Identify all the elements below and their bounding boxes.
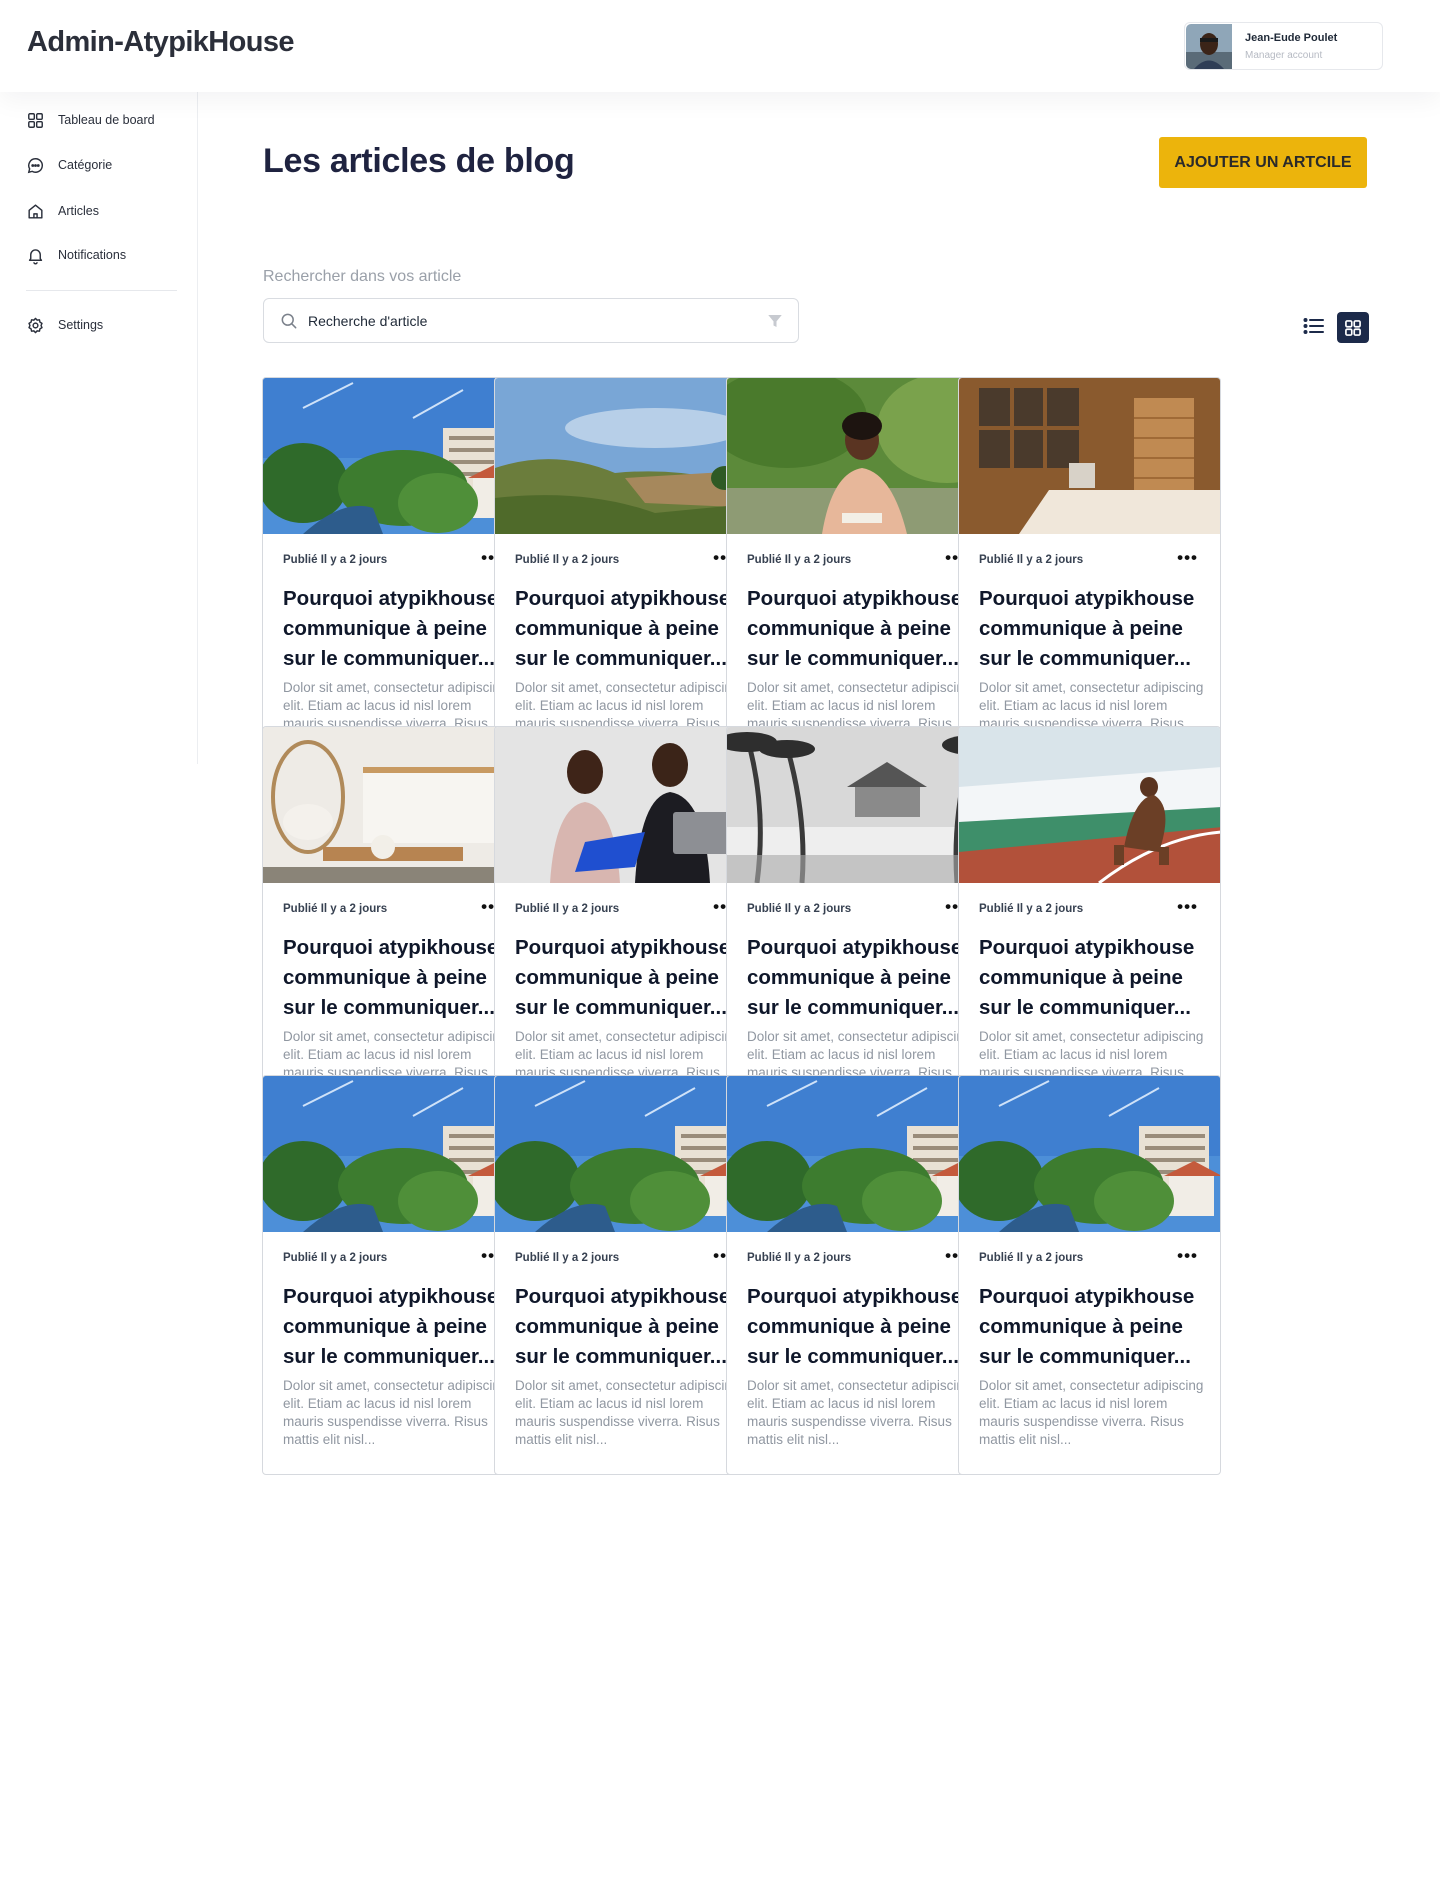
article-published-date: Publié Il y a 2 jours: [979, 1252, 1084, 1264]
more-options-icon[interactable]: •••: [1177, 1246, 1198, 1266]
article-title[interactable]: Pourquoi atypikhouse communique à peine …: [747, 1282, 973, 1372]
article-excerpt: Dolor sit amet, consectetur adipiscing e…: [747, 1378, 972, 1447]
avatar: [1186, 24, 1232, 69]
article-thumbnail: [263, 378, 524, 534]
article-excerpt: Dolor sit amet, consectetur adipiscing e…: [283, 1378, 508, 1447]
article-published-date: Publié Il y a 2 jours: [283, 903, 388, 915]
article-card[interactable]: Publié Il y a 2 jours ••• Pourquoi atypikh…: [958, 1075, 1221, 1475]
article-excerpt: Dolor sit amet, consectetur adipiscing e…: [515, 1378, 740, 1447]
article-title[interactable]: Pourquoi atypikhouse communique à peine …: [979, 584, 1205, 674]
articles-grid: Publié Il y a 2 jours ••• Pourquoi atypikh…: [262, 377, 1369, 1625]
article-card[interactable]: Publié Il y a 2 jours ••• Pourquoi atypikh…: [494, 1075, 757, 1475]
sidebar-item-label: Settings: [58, 318, 104, 332]
article-published-date: Publié Il y a 2 jours: [747, 554, 852, 566]
article-title[interactable]: Pourquoi atypikhouse communique à peine …: [515, 584, 741, 674]
chat-icon: [27, 157, 43, 173]
sidebar-item-notifications[interactable]: Notifications: [26, 242, 126, 268]
filter-icon[interactable]: [766, 312, 784, 330]
more-options-icon[interactable]: •••: [1177, 548, 1198, 568]
home-icon: [28, 203, 43, 219]
article-title[interactable]: Pourquoi atypikhouse communique à peine …: [515, 1282, 741, 1372]
search-label: Rechercher dans vos article: [263, 268, 462, 285]
search-box: [263, 298, 799, 343]
search-input[interactable]: [308, 308, 748, 334]
user-account-chip[interactable]: Jean-Eude Poulet Manager account: [1184, 22, 1383, 70]
article-title[interactable]: Pourquoi atypikhouse communique à peine …: [515, 933, 741, 1023]
article-thumbnail: [959, 727, 1220, 883]
sidebar-item-dashboard[interactable]: Tableau de board: [26, 107, 155, 133]
article-published-date: Publié Il y a 2 jours: [515, 1252, 620, 1264]
article-title[interactable]: Pourquoi atypikhouse communique à peine …: [979, 933, 1205, 1023]
sidebar-item-label: Catégorie: [58, 158, 113, 172]
bell-icon: [28, 248, 43, 264]
sidebar-item-articles[interactable]: Articles: [26, 198, 99, 224]
sidebar-item-categorie[interactable]: Catégorie: [26, 152, 112, 178]
article-thumbnail: [263, 1076, 524, 1232]
dashboard-icon: [28, 112, 43, 128]
article-thumbnail: [959, 378, 1220, 534]
user-role: Manager account: [1245, 50, 1323, 61]
article-thumbnail: [495, 1076, 756, 1232]
article-thumbnail: [959, 1076, 1220, 1232]
article-card[interactable]: Publié Il y a 2 jours ••• Pourquoi atypikh…: [726, 377, 989, 777]
article-thumbnail: [727, 378, 988, 534]
article-card[interactable]: Publié Il y a 2 jours ••• Pourquoi atypikh…: [958, 377, 1221, 777]
article-published-date: Publié Il y a 2 jours: [979, 554, 1084, 566]
article-title[interactable]: Pourquoi atypikhouse communique à peine …: [283, 1282, 509, 1372]
article-published-date: Publié Il y a 2 jours: [283, 554, 388, 566]
article-title[interactable]: Pourquoi atypikhouse communique à peine …: [283, 584, 509, 674]
article-published-date: Publié Il y a 2 jours: [283, 1252, 388, 1264]
grid-view-icon: [1345, 319, 1361, 336]
article-excerpt: Dolor sit amet, consectetur adipiscing e…: [979, 1378, 1204, 1447]
sidebar-item-settings[interactable]: Settings: [26, 312, 103, 338]
article-published-date: Publié Il y a 2 jours: [747, 1252, 852, 1264]
sidebar: Tableau de board Catégorie Articles Noti…: [0, 92, 198, 764]
sidebar-item-label: Articles: [58, 204, 99, 218]
list-view-icon[interactable]: [1302, 314, 1326, 338]
article-card[interactable]: Publié Il y a 2 jours ••• Pourquoi atypikh…: [262, 1075, 525, 1475]
article-published-date: Publié Il y a 2 jours: [515, 903, 620, 915]
app-brand: Admin-AtypikHouse: [27, 26, 295, 58]
article-card[interactable]: Publié Il y a 2 jours ••• Pourquoi atypikh…: [726, 1075, 989, 1475]
article-published-date: Publié Il y a 2 jours: [515, 554, 620, 566]
article-published-date: Publié Il y a 2 jours: [979, 903, 1084, 915]
more-options-icon[interactable]: •••: [1177, 897, 1198, 917]
article-title[interactable]: Pourquoi atypikhouse communique à peine …: [747, 584, 973, 674]
top-header: Admin-AtypikHouse Jean-Eude Poulet Manag…: [0, 0, 1440, 92]
article-card[interactable]: Publié Il y a 2 jours ••• Pourquoi atypikh…: [494, 377, 757, 777]
page-title: Les articles de blog: [263, 142, 575, 180]
gear-icon: [28, 317, 43, 333]
sidebar-item-label: Notifications: [58, 248, 127, 262]
article-thumbnail: [495, 727, 756, 883]
article-title[interactable]: Pourquoi atypikhouse communique à peine …: [747, 933, 973, 1023]
article-thumbnail: [495, 378, 756, 534]
article-published-date: Publié Il y a 2 jours: [747, 903, 852, 915]
article-thumbnail: [263, 727, 524, 883]
sidebar-item-label: Tableau de board: [58, 113, 155, 127]
sidebar-divider: [26, 290, 177, 291]
article-thumbnail: [727, 727, 988, 883]
grid-view-button[interactable]: [1337, 312, 1369, 343]
article-card[interactable]: Publié Il y a 2 jours ••• Pourquoi atypikh…: [958, 726, 1221, 1126]
article-card[interactable]: Publié Il y a 2 jours ••• Pourquoi atypikh…: [262, 377, 525, 777]
article-card[interactable]: Publié Il y a 2 jours ••• Pourquoi atypikh…: [262, 726, 525, 1126]
user-name: Jean-Eude Poulet: [1245, 32, 1338, 44]
article-title[interactable]: Pourquoi atypikhouse communique à peine …: [979, 1282, 1205, 1372]
article-card[interactable]: Publié Il y a 2 jours ••• Pourquoi atypikh…: [726, 726, 989, 1126]
article-title[interactable]: Pourquoi atypikhouse communique à peine …: [283, 933, 509, 1023]
add-article-button[interactable]: AJOUTER UN ARTCILE: [1159, 137, 1367, 188]
search-icon: [281, 313, 297, 329]
article-thumbnail: [727, 1076, 988, 1232]
article-card[interactable]: Publié Il y a 2 jours ••• Pourquoi atypikh…: [494, 726, 757, 1126]
